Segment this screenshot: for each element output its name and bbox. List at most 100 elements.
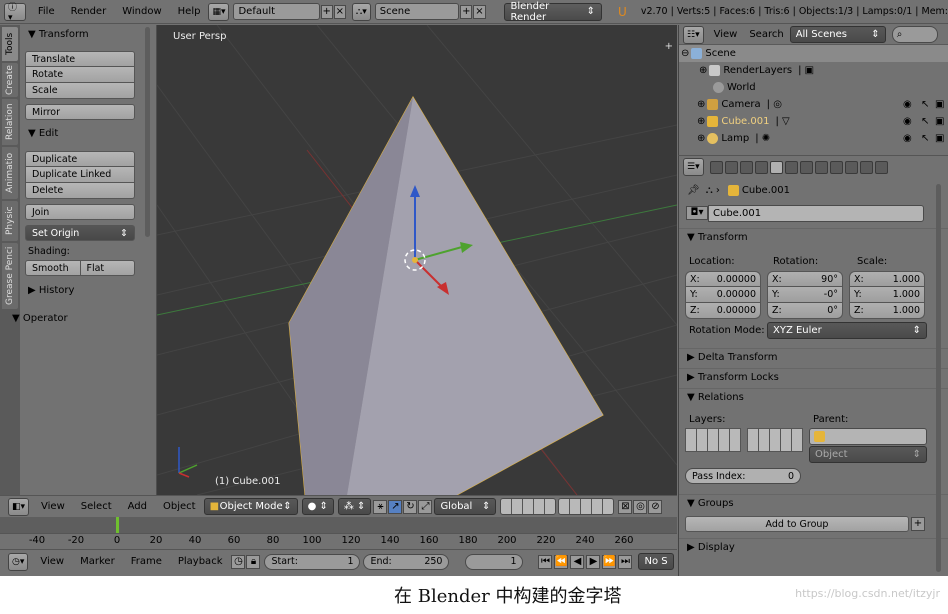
smooth-button[interactable]: Smooth bbox=[25, 260, 81, 276]
play-reverse-icon[interactable]: ◀ bbox=[570, 554, 585, 569]
rotate-button[interactable]: Rotate bbox=[25, 67, 135, 83]
mirror-button[interactable]: Mirror bbox=[25, 104, 135, 120]
scene-tab-icon[interactable] bbox=[739, 160, 753, 174]
snap-icon[interactable]: ⊘ bbox=[648, 499, 663, 514]
outliner-row-lamp[interactable]: ⊕ Lamp | ✺ ◉ ↖ ▣ bbox=[679, 130, 948, 147]
play-icon[interactable]: ▶ bbox=[586, 554, 601, 569]
object-layers-a[interactable] bbox=[685, 428, 741, 452]
visibility-eye-icon[interactable]: ◉ bbox=[903, 133, 912, 144]
delete-button[interactable]: Delete bbox=[25, 183, 135, 199]
location-y-field[interactable]: Y: 0.00000 bbox=[685, 287, 761, 303]
next-keyframe-icon[interactable]: ⏩ bbox=[602, 554, 617, 569]
scale-z-field[interactable]: Z: 1.000 bbox=[849, 303, 925, 319]
location-x-field[interactable]: X: 0.00000 bbox=[685, 271, 761, 287]
lock-camera-icon[interactable]: ⊠ bbox=[618, 499, 633, 514]
object-name-field[interactable]: Cube.001 bbox=[708, 204, 924, 222]
world-tab-icon[interactable] bbox=[754, 160, 768, 174]
screen-layout-icon[interactable]: ▦▾ bbox=[208, 2, 230, 21]
jump-start-icon[interactable]: ⏮ bbox=[538, 554, 553, 569]
scale-y-field[interactable]: Y: 1.000 bbox=[849, 287, 925, 303]
menu-marker[interactable]: Marker bbox=[72, 550, 123, 574]
timeline-editor[interactable]: -40 -20 0 20 40 60 80 100 120 140 160 18… bbox=[0, 517, 677, 549]
edit-panel-header[interactable]: ▼ Edit bbox=[20, 125, 156, 143]
render-preview-icon[interactable]: ◎ bbox=[633, 499, 648, 514]
scale-button[interactable]: Scale bbox=[25, 83, 135, 99]
material-tab-icon[interactable] bbox=[829, 160, 843, 174]
current-frame-field[interactable]: 1 bbox=[465, 553, 524, 570]
screen-layout-field[interactable]: Default bbox=[233, 3, 320, 20]
scale-x-field[interactable]: X: 1.000 bbox=[849, 271, 925, 287]
frame-ruler[interactable]: -40 -20 0 20 40 60 80 100 120 140 160 18… bbox=[0, 533, 677, 549]
rotation-y-field[interactable]: Y: -0° bbox=[767, 287, 843, 303]
display-header[interactable]: ▶ Display bbox=[679, 538, 948, 556]
pass-index-field[interactable]: Pass Index: 0 bbox=[685, 468, 801, 484]
3d-viewport[interactable]: User Persp (1) Cube.001 + bbox=[157, 25, 677, 495]
tool-shelf-scrollbar[interactable] bbox=[145, 27, 150, 237]
start-frame-field[interactable]: Start: 1 bbox=[264, 553, 361, 570]
timeline-editor-type-button[interactable]: ◷▾ bbox=[8, 552, 29, 571]
remove-layout-button[interactable]: × bbox=[333, 4, 346, 19]
outliner-editor-type-button[interactable]: ☷▾ bbox=[683, 25, 704, 44]
renderable-icon[interactable]: ▣ bbox=[935, 99, 944, 110]
tab-relation[interactable]: Relation bbox=[2, 99, 18, 145]
menu-playback[interactable]: Playback bbox=[170, 550, 231, 574]
menu-select[interactable]: Select bbox=[73, 495, 120, 519]
properties-scrollbar[interactable] bbox=[936, 184, 941, 572]
outliner-row-world[interactable]: World bbox=[679, 79, 948, 96]
tab-animation[interactable]: Animatio bbox=[2, 147, 18, 199]
visibility-eye-icon[interactable]: ◉ bbox=[903, 99, 912, 110]
lock-icon[interactable]: 🔒︎ bbox=[246, 554, 261, 569]
end-frame-field[interactable]: End: 250 bbox=[363, 553, 450, 570]
3d-editor-type-button[interactable]: ◧▾ bbox=[8, 497, 30, 516]
layer-buttons-b[interactable] bbox=[558, 498, 615, 515]
menu-add[interactable]: Add bbox=[120, 495, 155, 519]
tab-grease-pencil[interactable]: Grease Penci bbox=[2, 243, 18, 309]
mesh-data-tab-icon[interactable] bbox=[814, 160, 828, 174]
parent-type-select[interactable]: Object ⇕ bbox=[809, 446, 927, 463]
display-mode-select[interactable]: All Scenes ⇕ bbox=[789, 26, 886, 43]
renderable-icon[interactable]: ▣ bbox=[935, 133, 944, 144]
menu-help[interactable]: Help bbox=[170, 0, 209, 24]
selectable-cursor-icon[interactable]: ↖ bbox=[921, 116, 929, 127]
groups-header[interactable]: ▼ Groups bbox=[679, 494, 948, 512]
selectable-cursor-icon[interactable]: ↖ bbox=[921, 133, 929, 144]
duplicate-button[interactable]: Duplicate bbox=[25, 151, 135, 167]
object-datablock-icon[interactable]: ◘▾ bbox=[686, 206, 708, 220]
transform-panel-header[interactable]: ▼ Transform bbox=[20, 26, 156, 44]
texture-tab-icon[interactable] bbox=[844, 160, 858, 174]
visibility-eye-icon[interactable]: ◉ bbox=[903, 116, 912, 127]
menu-window[interactable]: Window bbox=[114, 0, 169, 24]
duplicate-linked-button[interactable]: Duplicate Linked bbox=[25, 167, 135, 183]
add-icon[interactable]: + bbox=[911, 517, 925, 531]
menu-frame[interactable]: Frame bbox=[123, 550, 170, 574]
mode-select[interactable]: ■ Object Mode ⇕ bbox=[203, 498, 298, 515]
menu-render[interactable]: Render bbox=[63, 0, 115, 24]
add-layout-button[interactable]: + bbox=[320, 4, 333, 19]
jump-end-icon[interactable]: ⏭ bbox=[618, 554, 633, 569]
render-tab-icon[interactable] bbox=[709, 160, 723, 174]
tab-physics[interactable]: Physic bbox=[2, 201, 18, 241]
relations-header[interactable]: ▼ Relations bbox=[679, 388, 948, 406]
prev-keyframe-icon[interactable]: ⏪ bbox=[554, 554, 569, 569]
sync-mode-select[interactable]: No S bbox=[638, 553, 674, 570]
outliner-row-renderlayers[interactable]: ⊕ RenderLayers | ▣ bbox=[679, 62, 948, 79]
join-button[interactable]: Join bbox=[25, 204, 135, 220]
delta-transform-header[interactable]: ▶ Delta Transform bbox=[679, 348, 948, 366]
flat-button[interactable]: Flat bbox=[80, 260, 135, 276]
set-origin-select[interactable]: Set Origin ⇕ bbox=[25, 225, 135, 241]
object-layers-b[interactable] bbox=[747, 428, 803, 452]
outliner-search-field[interactable]: ⌕ bbox=[891, 26, 938, 43]
scene-field[interactable]: Scene bbox=[374, 3, 460, 20]
renderable-icon[interactable]: ▣ bbox=[935, 116, 944, 127]
menu-timeline-view[interactable]: View bbox=[32, 550, 72, 574]
scene-icon[interactable]: ⛬▾ bbox=[351, 2, 371, 21]
menu-view[interactable]: View bbox=[33, 495, 73, 519]
particles-tab-icon[interactable] bbox=[859, 160, 873, 174]
tab-tools[interactable]: Tools bbox=[2, 27, 18, 61]
history-panel-header[interactable]: ▶ History bbox=[20, 282, 156, 300]
constraints-tab-icon[interactable] bbox=[784, 160, 798, 174]
object-tab-icon[interactable] bbox=[769, 160, 783, 174]
physics-tab-icon[interactable] bbox=[874, 160, 888, 174]
transform-section-header[interactable]: ▼ Transform bbox=[679, 228, 948, 246]
translate-button[interactable]: Translate bbox=[25, 51, 135, 67]
